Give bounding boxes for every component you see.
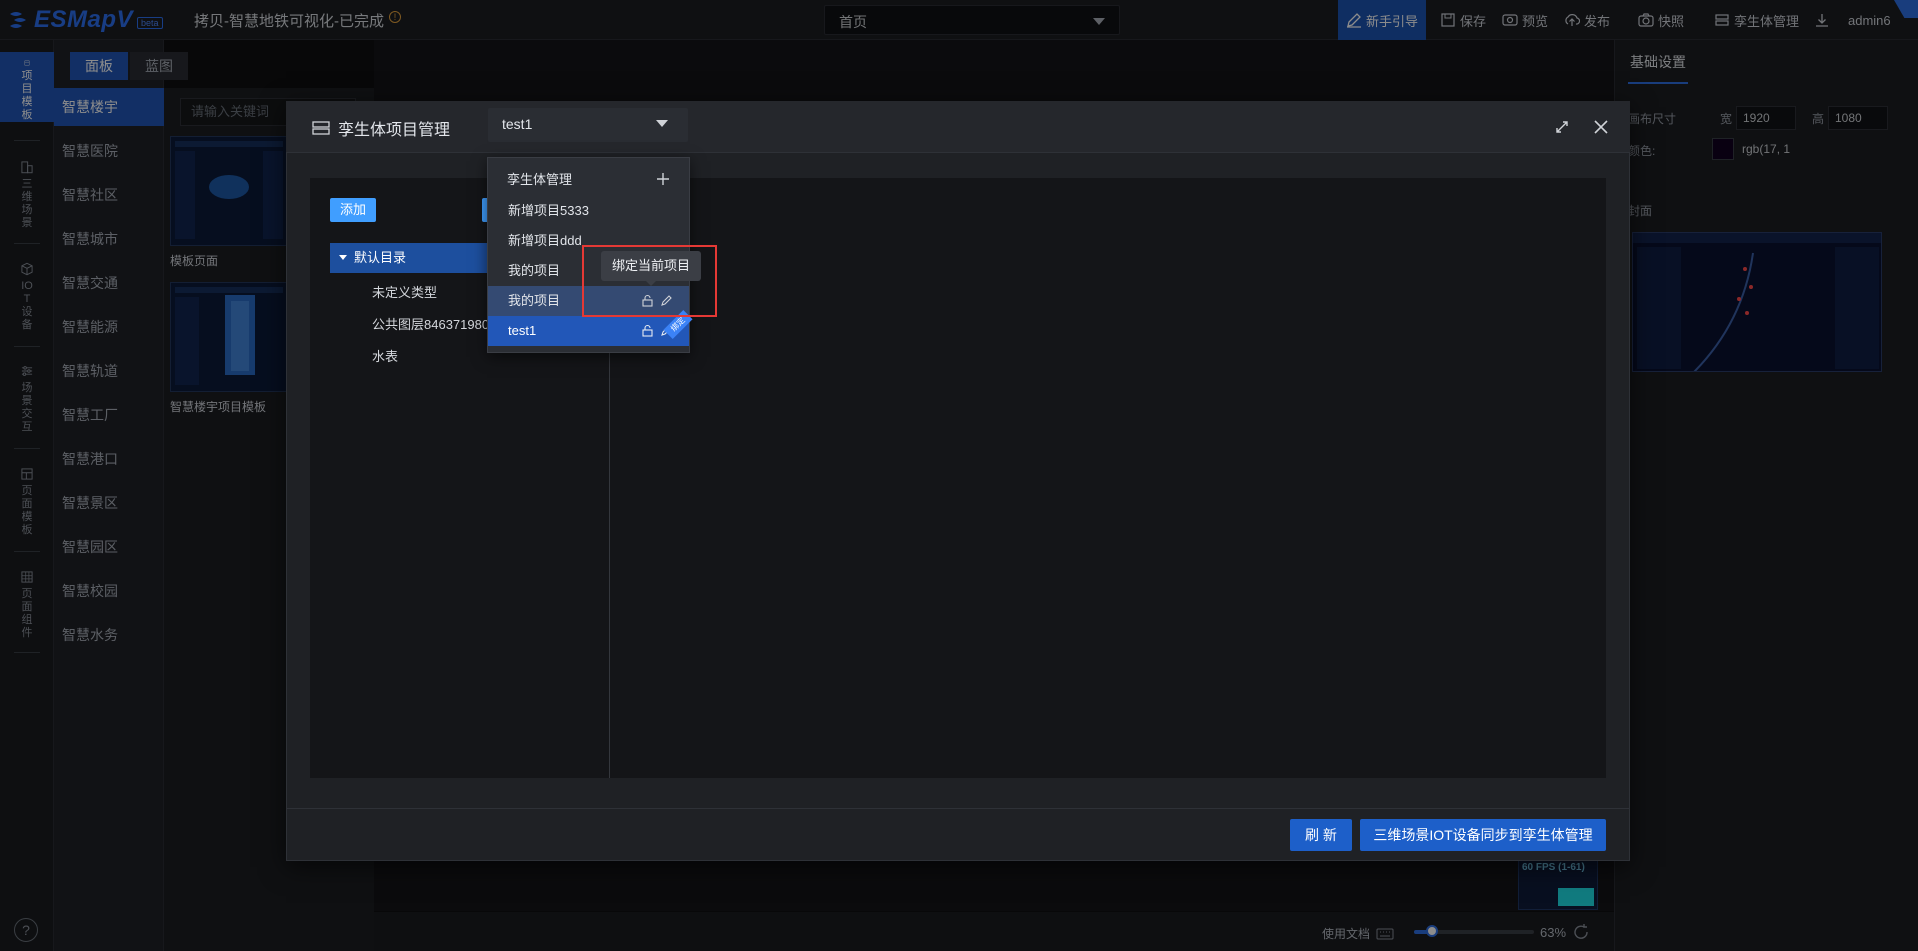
- highlight-annotation: [582, 245, 717, 317]
- project-select-value: test1: [502, 116, 533, 132]
- unlock-icon[interactable]: [641, 324, 654, 337]
- dropdown-item-label: 我的项目: [508, 293, 561, 308]
- dropdown-item-label: test1: [508, 323, 537, 338]
- project-select[interactable]: test1: [488, 108, 688, 142]
- twin-icon: [312, 121, 330, 135]
- dropdown-item-label: 我的项目: [508, 263, 561, 278]
- tree-node[interactable]: 公共图层8463719800: [372, 314, 496, 333]
- dropdown-item[interactable]: 新增项目5333: [488, 196, 689, 226]
- dropdown-item[interactable]: test1: [488, 316, 689, 346]
- dropdown-item-label: 新增项目ddd: [508, 233, 582, 248]
- modal-footer-divider: [286, 808, 1630, 809]
- caret-down-icon: [339, 255, 347, 260]
- add-button[interactable]: 添加: [330, 198, 376, 222]
- maximize-icon[interactable]: [1554, 119, 1570, 135]
- refresh-button[interactable]: 刷 新: [1290, 819, 1352, 851]
- dropdown-item-label: 新增项目5333: [508, 203, 589, 218]
- sync-iot-button[interactable]: 三维场景IOT设备同步到孪生体管理: [1360, 819, 1606, 851]
- plus-icon[interactable]: [656, 172, 670, 186]
- tree-root-label: 默认目录: [354, 250, 407, 265]
- modal-title: 孪生体项目管理: [312, 116, 450, 140]
- close-icon[interactable]: [1593, 119, 1609, 135]
- tree-node-root[interactable]: 默认目录: [330, 243, 490, 273]
- chevron-down-icon: [656, 120, 668, 127]
- tree-node[interactable]: 水表: [372, 346, 398, 365]
- tree-node[interactable]: 未定义类型: [372, 282, 437, 301]
- modal-title-text: 孪生体项目管理: [338, 122, 451, 139]
